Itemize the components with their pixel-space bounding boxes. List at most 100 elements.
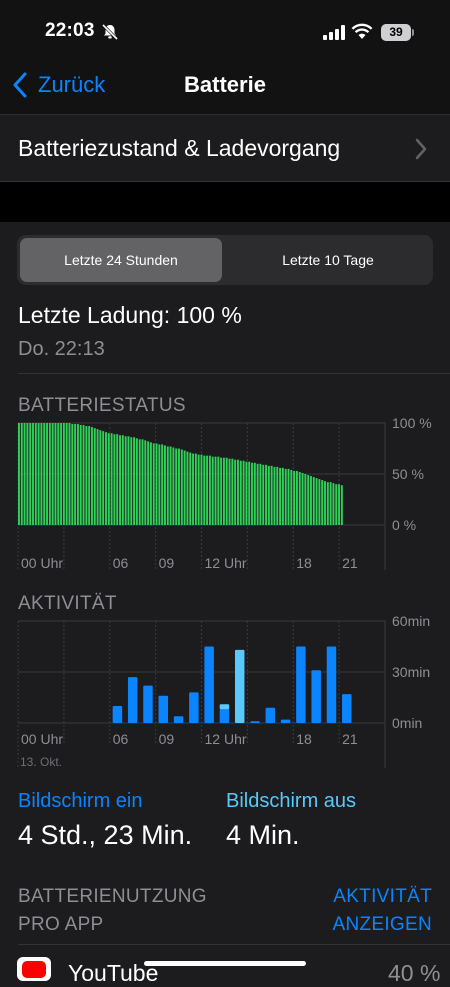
divider [18, 944, 450, 945]
home-indicator[interactable] [144, 961, 306, 966]
battery-level-bar [290, 469, 293, 525]
battery-level-bar [335, 484, 338, 525]
battery-level-bar [301, 472, 304, 525]
battery-level-bar [245, 461, 248, 525]
battery-level-bar [40, 423, 43, 525]
battery-level-bar [180, 449, 183, 525]
battery-level-bar [298, 471, 301, 525]
usage-title-line2: PRO APP [18, 914, 104, 935]
battery-level-bar [130, 437, 133, 525]
battery-level-bar [239, 460, 242, 525]
battery-level-bar [310, 476, 312, 525]
battery-level-bar [194, 453, 197, 525]
battery-level-bar [121, 435, 124, 525]
battery-level-bar [315, 478, 318, 525]
activity-bar-screen-on [265, 707, 276, 723]
battery-level-bar [57, 423, 60, 525]
battery-level-bar [189, 452, 192, 525]
battery-level-bar [102, 431, 105, 525]
usage-title-line1: BATTERIENUTZUNG [18, 886, 207, 907]
battery-level-bar [267, 465, 270, 525]
activity-x-tick-label: 18 [296, 731, 312, 747]
battery-level-bar [304, 474, 307, 525]
battery-level-bar [183, 450, 186, 525]
battery-level-bar [248, 461, 251, 525]
battery-level-bar [76, 424, 79, 525]
battery-level-bar [175, 448, 178, 525]
battery-level-bar [158, 444, 161, 525]
battery-level-bar [253, 462, 256, 525]
activity-bar-screen-on [342, 694, 352, 723]
show-activity-line2[interactable]: ANZEIGEN [260, 911, 432, 939]
battery-level-bar [88, 426, 91, 525]
battery-x-tick-label: 00 Uhr [21, 555, 63, 571]
battery-level-bar [149, 442, 152, 525]
battery-x-tick-label: 12 Uhr [205, 555, 247, 571]
battery-level-bar [32, 423, 34, 525]
battery-level-bar [119, 435, 121, 525]
battery-y-tick-label: 50 % [392, 466, 424, 482]
battery-level-bar [18, 423, 20, 525]
battery-level-bar [144, 440, 147, 525]
activity-bar-screen-on [204, 646, 214, 723]
activity-bar-screen-on [158, 695, 169, 723]
battery-level-bar [110, 433, 113, 525]
battery-level-bar [214, 456, 217, 525]
battery-level-bar [295, 470, 298, 525]
battery-level-bar [20, 423, 23, 525]
battery-level-bar [265, 464, 268, 525]
battery-level-bar [186, 451, 189, 525]
battery-level-bar [65, 423, 68, 525]
battery-level-bar [85, 426, 88, 525]
battery-level-bar [127, 436, 130, 525]
activity-x-tick-label: 12 Uhr [205, 731, 247, 747]
battery-level-bar [197, 454, 200, 525]
battery-level-bar [259, 463, 262, 525]
battery-level-bar [329, 482, 332, 525]
activity-bar-screen-on [311, 670, 321, 723]
battery-level-bar [279, 467, 282, 525]
battery-level-bar [287, 468, 290, 525]
activity-bar-screen-on [250, 721, 260, 723]
battery-level-bar [237, 459, 239, 525]
battery-level-bar [276, 466, 279, 525]
battery-level-bar [225, 457, 228, 525]
battery-x-tick-label: 06 [113, 555, 129, 571]
battery-level-bar [200, 454, 203, 525]
battery-level-bar [251, 462, 253, 525]
battery-level-bar [43, 423, 46, 525]
battery-y-tick-label: 100 % [392, 415, 432, 431]
activity-bar-screen-on [326, 646, 337, 723]
battery-level-bar [262, 464, 265, 525]
battery-x-tick-label: 09 [159, 555, 175, 571]
activity-bar-screen-on [296, 646, 306, 723]
battery-level-bar [138, 439, 141, 525]
battery-level-bar [155, 443, 158, 525]
battery-level-bar [135, 438, 138, 525]
activity-x-tick-label: 06 [113, 731, 129, 747]
battery-level-bar [124, 436, 127, 525]
battery-level-bar [312, 477, 315, 525]
battery-level-bar [256, 463, 259, 525]
battery-level-bar [324, 481, 326, 525]
activity-bar-screen-on [112, 706, 123, 723]
battery-level-bar [281, 467, 284, 525]
battery-level-bar [147, 441, 150, 525]
battery-charts: 100 % 50 % 0 % 00 Uhr 06 09 12 Uhr 18 21 60min 30m… [17, 415, 432, 769]
show-activity-button[interactable]: AKTIVITÄT ANZEIGEN [260, 883, 432, 939]
battery-x-tick-label: 21 [342, 555, 358, 571]
battery-level-bar [284, 468, 287, 525]
screen-on-label: Bildschirm ein [18, 790, 143, 812]
activity-x-tick-label: 09 [159, 731, 175, 747]
battery-level-bar [208, 455, 211, 525]
battery-level-bar [222, 457, 225, 525]
battery-level-bar [234, 459, 237, 525]
battery-level-bar [206, 455, 209, 525]
show-activity-line1[interactable]: AKTIVITÄT [260, 883, 432, 911]
battery-level-bar [54, 423, 57, 525]
activity-y-tick-label: 30min [392, 664, 430, 680]
battery-level-bar [141, 439, 144, 525]
battery-level-bar [273, 466, 276, 525]
battery-level-bar [211, 456, 214, 525]
activity-bar-screen-off [219, 704, 230, 710]
